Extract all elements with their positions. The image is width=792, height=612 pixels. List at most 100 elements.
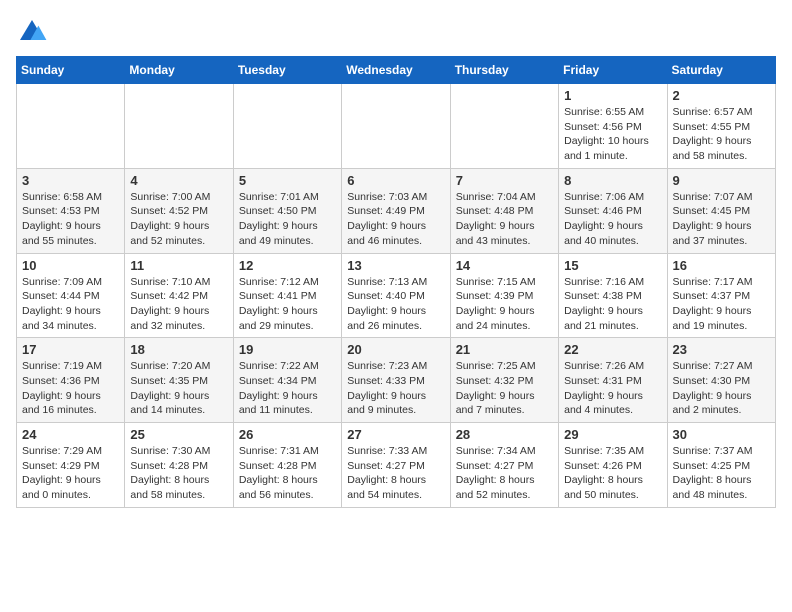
day-cell: 19 Sunrise: 7:22 AMSunset: 4:34 PMDayligh… <box>233 338 341 423</box>
logo-icon <box>16 16 48 44</box>
day-number: 18 <box>130 342 227 357</box>
day-detail: Sunrise: 7:01 AMSunset: 4:50 PMDaylight:… <box>239 190 336 249</box>
week-row-2: 10 Sunrise: 7:09 AMSunset: 4:44 PMDayligh… <box>17 253 776 338</box>
day-cell: 27Sunrise: 7:33 AMSunset: 4:27 PMDayligh… <box>342 423 450 508</box>
day-detail: Sunrise: 7:26 AMSunset: 4:31 PMDaylight:… <box>564 359 661 418</box>
week-row-3: 17 Sunrise: 7:19 AMSunset: 4:36 PMDayligh… <box>17 338 776 423</box>
day-detail: Sunrise: 7:22 AMSunset: 4:34 PMDaylight:… <box>239 359 336 418</box>
day-cell: 4 Sunrise: 7:00 AMSunset: 4:52 PMDaylight… <box>125 168 233 253</box>
day-detail: Sunrise: 7:07 AMSunset: 4:45 PMDaylight:… <box>673 190 770 249</box>
day-cell: 14 Sunrise: 7:15 AMSunset: 4:39 PMDayligh… <box>450 253 558 338</box>
day-cell: 10 Sunrise: 7:09 AMSunset: 4:44 PMDayligh… <box>17 253 125 338</box>
day-cell <box>17 84 125 169</box>
weekday-saturday: Saturday <box>667 57 775 84</box>
day-detail: Sunrise: 7:20 AMSunset: 4:35 PMDaylight:… <box>130 359 227 418</box>
day-number: 14 <box>456 258 553 273</box>
day-detail: Sunrise: 7:34 AMSunset: 4:27 PMDaylight:… <box>456 444 553 503</box>
day-detail: Sunrise: 7:03 AMSunset: 4:49 PMDaylight:… <box>347 190 444 249</box>
day-cell: 5 Sunrise: 7:01 AMSunset: 4:50 PMDaylight… <box>233 168 341 253</box>
day-number: 8 <box>564 173 661 188</box>
day-cell: 15 Sunrise: 7:16 AMSunset: 4:38 PMDayligh… <box>559 253 667 338</box>
day-number: 13 <box>347 258 444 273</box>
day-detail: Sunrise: 7:00 AMSunset: 4:52 PMDaylight:… <box>130 190 227 249</box>
day-cell <box>342 84 450 169</box>
logo <box>16 16 52 44</box>
day-number: 17 <box>22 342 119 357</box>
day-number: 23 <box>673 342 770 357</box>
day-cell: 8 Sunrise: 7:06 AMSunset: 4:46 PMDaylight… <box>559 168 667 253</box>
day-number: 19 <box>239 342 336 357</box>
weekday-thursday: Thursday <box>450 57 558 84</box>
day-cell: 29 Sunrise: 7:35 AMSunset: 4:26 PMDayligh… <box>559 423 667 508</box>
day-cell: 11 Sunrise: 7:10 AMSunset: 4:42 PMDayligh… <box>125 253 233 338</box>
day-cell: 28 Sunrise: 7:34 AMSunset: 4:27 PMDayligh… <box>450 423 558 508</box>
day-number: 10 <box>22 258 119 273</box>
day-cell <box>233 84 341 169</box>
day-detail: Sunrise: 7:19 AMSunset: 4:36 PMDaylight:… <box>22 359 119 418</box>
day-cell: 25Sunrise: 7:30 AMSunset: 4:28 PMDayligh… <box>125 423 233 508</box>
day-number: 6 <box>347 173 444 188</box>
day-detail: Sunrise: 7:13 AMSunset: 4:40 PMDaylight:… <box>347 275 444 334</box>
day-cell: 6 Sunrise: 7:03 AMSunset: 4:49 PMDaylight… <box>342 168 450 253</box>
day-number: 15 <box>564 258 661 273</box>
day-detail: Sunrise: 6:57 AMSunset: 4:55 PMDaylight:… <box>673 105 770 164</box>
day-number: 22 <box>564 342 661 357</box>
day-number: 1 <box>564 88 661 103</box>
day-number: 16 <box>673 258 770 273</box>
day-cell: 26 Sunrise: 7:31 AMSunset: 4:28 PMDayligh… <box>233 423 341 508</box>
day-cell: 12 Sunrise: 7:12 AMSunset: 4:41 PMDayligh… <box>233 253 341 338</box>
day-detail: Sunrise: 7:30 AMSunset: 4:28 PMDaylight:… <box>130 444 227 503</box>
day-number: 4 <box>130 173 227 188</box>
weekday-friday: Friday <box>559 57 667 84</box>
day-cell: 18 Sunrise: 7:20 AMSunset: 4:35 PMDayligh… <box>125 338 233 423</box>
day-detail: Sunrise: 7:25 AMSunset: 4:32 PMDaylight:… <box>456 359 553 418</box>
day-number: 12 <box>239 258 336 273</box>
day-number: 28 <box>456 427 553 442</box>
day-cell: 16 Sunrise: 7:17 AMSunset: 4:37 PMDayligh… <box>667 253 775 338</box>
day-number: 7 <box>456 173 553 188</box>
day-cell: 3 Sunrise: 6:58 AMSunset: 4:53 PMDaylight… <box>17 168 125 253</box>
day-detail: Sunrise: 7:23 AMSunset: 4:33 PMDaylight:… <box>347 359 444 418</box>
page-header <box>16 16 776 44</box>
day-cell: 7 Sunrise: 7:04 AMSunset: 4:48 PMDaylight… <box>450 168 558 253</box>
day-detail: Sunrise: 7:09 AMSunset: 4:44 PMDaylight:… <box>22 275 119 334</box>
day-number: 11 <box>130 258 227 273</box>
day-cell <box>125 84 233 169</box>
day-detail: Sunrise: 7:33 AMSunset: 4:27 PMDaylight:… <box>347 444 444 503</box>
day-cell: 1 Sunrise: 6:55 AMSunset: 4:56 PMDaylight… <box>559 84 667 169</box>
calendar-table: SundayMondayTuesdayWednesdayThursdayFrid… <box>16 56 776 508</box>
day-number: 30 <box>673 427 770 442</box>
day-detail: Sunrise: 7:06 AMSunset: 4:46 PMDaylight:… <box>564 190 661 249</box>
weekday-header-row: SundayMondayTuesdayWednesdayThursdayFrid… <box>17 57 776 84</box>
day-detail: Sunrise: 7:10 AMSunset: 4:42 PMDaylight:… <box>130 275 227 334</box>
day-detail: Sunrise: 7:04 AMSunset: 4:48 PMDaylight:… <box>456 190 553 249</box>
day-cell: 22 Sunrise: 7:26 AMSunset: 4:31 PMDayligh… <box>559 338 667 423</box>
day-number: 9 <box>673 173 770 188</box>
day-detail: Sunrise: 7:12 AMSunset: 4:41 PMDaylight:… <box>239 275 336 334</box>
day-detail: Sunrise: 7:27 AMSunset: 4:30 PMDaylight:… <box>673 359 770 418</box>
day-cell: 17 Sunrise: 7:19 AMSunset: 4:36 PMDayligh… <box>17 338 125 423</box>
weekday-wednesday: Wednesday <box>342 57 450 84</box>
day-detail: Sunrise: 7:35 AMSunset: 4:26 PMDaylight:… <box>564 444 661 503</box>
weekday-monday: Monday <box>125 57 233 84</box>
day-detail: Sunrise: 7:16 AMSunset: 4:38 PMDaylight:… <box>564 275 661 334</box>
week-row-0: 1 Sunrise: 6:55 AMSunset: 4:56 PMDaylight… <box>17 84 776 169</box>
day-number: 5 <box>239 173 336 188</box>
day-detail: Sunrise: 7:15 AMSunset: 4:39 PMDaylight:… <box>456 275 553 334</box>
day-number: 3 <box>22 173 119 188</box>
day-detail: Sunrise: 7:31 AMSunset: 4:28 PMDaylight:… <box>239 444 336 503</box>
day-number: 26 <box>239 427 336 442</box>
weekday-tuesday: Tuesday <box>233 57 341 84</box>
day-cell <box>450 84 558 169</box>
day-detail: Sunrise: 7:17 AMSunset: 4:37 PMDaylight:… <box>673 275 770 334</box>
day-number: 2 <box>673 88 770 103</box>
day-number: 24 <box>22 427 119 442</box>
day-cell: 13 Sunrise: 7:13 AMSunset: 4:40 PMDayligh… <box>342 253 450 338</box>
day-cell: 23 Sunrise: 7:27 AMSunset: 4:30 PMDayligh… <box>667 338 775 423</box>
day-detail: Sunrise: 7:37 AMSunset: 4:25 PMDaylight:… <box>673 444 770 503</box>
day-cell: 9 Sunrise: 7:07 AMSunset: 4:45 PMDaylight… <box>667 168 775 253</box>
day-detail: Sunrise: 6:58 AMSunset: 4:53 PMDaylight:… <box>22 190 119 249</box>
day-detail: Sunrise: 7:29 AMSunset: 4:29 PMDaylight:… <box>22 444 119 503</box>
day-number: 29 <box>564 427 661 442</box>
day-detail: Sunrise: 6:55 AMSunset: 4:56 PMDaylight:… <box>564 105 661 164</box>
